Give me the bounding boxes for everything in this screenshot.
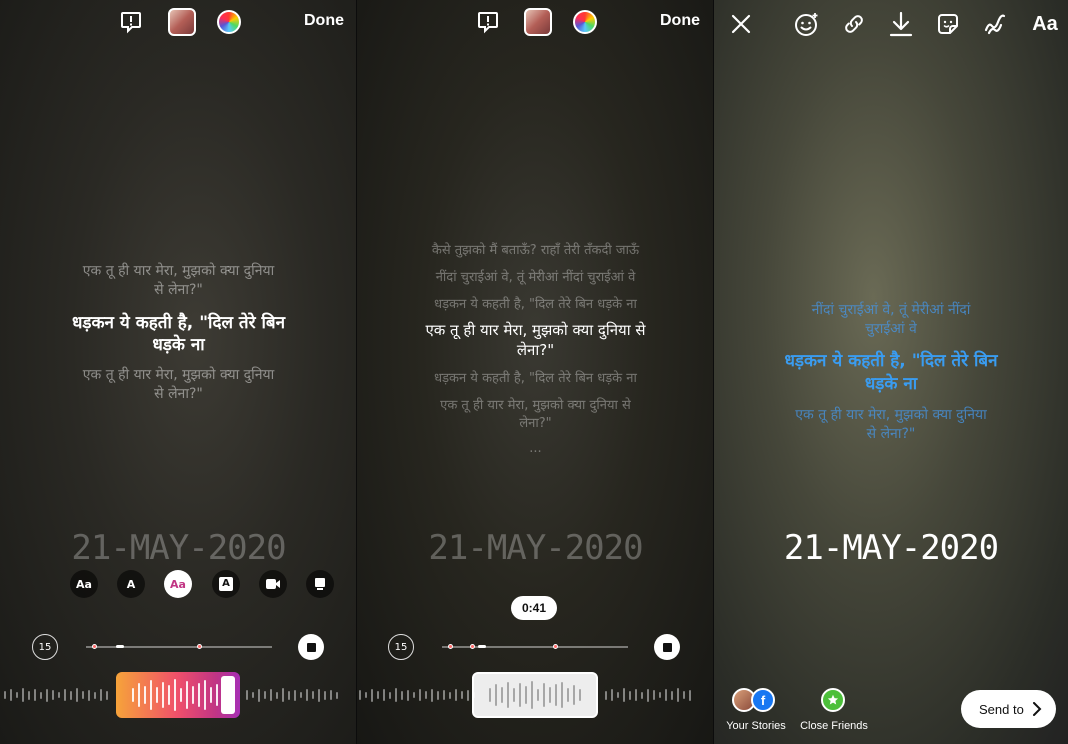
date-sticker[interactable]: 21-MAY-2020 (0, 528, 357, 568)
lyrics-editor-panel-1: Done एक तू ही यार मेरा, मुझको क्या दुनिय… (0, 0, 357, 744)
audio-waveform[interactable] (605, 685, 691, 705)
audio-waveform[interactable] (4, 685, 108, 705)
done-button[interactable]: Done (660, 12, 700, 30)
lyric-line-current: लेना?" (516, 341, 555, 359)
album-art-thumbnail[interactable] (168, 8, 196, 36)
text-tool-button[interactable]: Aa (1028, 10, 1062, 38)
timeline-marker (92, 644, 97, 649)
color-picker-icon[interactable] (217, 10, 241, 34)
timeline-marker (553, 644, 558, 649)
facebook-icon: f (751, 688, 775, 712)
close-friends-label[interactable]: Close Friends (794, 720, 874, 732)
chevron-right-icon (1032, 702, 1042, 716)
lyric-line-current: धड़के ना (864, 374, 918, 394)
song-timeline-track[interactable] (86, 646, 272, 648)
lyric-line: नींदां चुराईआं वे, तूं मेरीआं नींदां (811, 302, 971, 318)
report-icon[interactable] (475, 9, 501, 35)
skip-back-15-button[interactable]: 15 (32, 634, 58, 660)
skip-back-15-button[interactable]: 15 (388, 634, 414, 660)
stop-button[interactable] (298, 634, 324, 660)
timeline-marker (448, 644, 453, 649)
sticker-icon[interactable] (935, 11, 961, 37)
lyric-line: एक तू ही यार मेरा, मुझको क्या दुनिया (82, 263, 275, 279)
stop-icon (662, 642, 672, 652)
lyric-ellipsis: ... (529, 441, 542, 456)
lyric-line-current: धड़कन ये कहती है, "दिल तेरे बिन (71, 313, 286, 333)
lyrics-editor-panel-2: Done कैसे तुझको मैं बताऊँ? राहाँ तेरी तँ… (357, 0, 714, 744)
stop-button[interactable] (654, 634, 680, 660)
lyric-line-current: एक तू ही यार मेरा, मुझको क्या दुनिया से (425, 321, 646, 339)
lyric-line: एक तू ही यार मेरा, मुझको क्या दुनिया (795, 407, 987, 423)
text-size-button[interactable]: Aa (70, 570, 98, 598)
timeline-marker (470, 644, 475, 649)
text-align-button[interactable]: A (117, 570, 145, 598)
layout-icon (315, 578, 325, 590)
audio-clip-selector[interactable] (472, 672, 598, 718)
lyric-line: एक तू ही यार मेरा, मुझको क्या दुनिया से (440, 398, 631, 413)
color-picker-icon[interactable] (573, 10, 597, 34)
done-button[interactable]: Done (304, 12, 344, 30)
lyric-line: से लेना?" (866, 426, 916, 442)
lyric-line: कैसे तुझको मैं बताऊँ? राहाँ तेरी तँकदी ज… (431, 243, 640, 258)
lyric-line: चुराईआं वे (865, 321, 917, 337)
text-background-icon: A (219, 577, 233, 591)
album-art-thumbnail[interactable] (524, 8, 552, 36)
send-to-button[interactable]: Send to (961, 690, 1056, 728)
stop-icon (306, 642, 316, 652)
download-icon[interactable] (888, 10, 914, 38)
video-icon (266, 579, 280, 589)
timeline-marker (197, 644, 202, 649)
text-style-button[interactable]: Aa (164, 570, 192, 598)
lyric-line: धड़कन ये कहती है, "दिल तेरे बिन धड़के ना (434, 297, 637, 312)
timeline-playhead[interactable] (478, 645, 486, 648)
face-effects-icon[interactable] (794, 11, 820, 37)
draw-icon[interactable] (982, 11, 1008, 37)
lyric-line: धड़कन ये कहती है, "दिल तेरे बिन धड़के ना (434, 371, 637, 386)
camera-effect-button[interactable] (259, 570, 287, 598)
time-position-bubble: 0:41 (511, 596, 558, 620)
lyric-line: एक तू ही यार मेरा, मुझको क्या दुनिया (82, 367, 275, 383)
lyric-line: नींदां चुराईआं वे, तूं मेरीआं नींदां चुर… (435, 270, 636, 285)
lyric-line: से लेना?" (154, 386, 203, 402)
send-to-label: Send to (979, 701, 1024, 717)
date-sticker[interactable]: 21-MAY-2020 (714, 528, 1068, 568)
lyrics-layout-button[interactable] (306, 570, 334, 598)
audio-waveform[interactable] (246, 685, 338, 705)
date-sticker[interactable]: 21-MAY-2020 (357, 528, 714, 568)
your-stories-label[interactable]: Your Stories (718, 720, 794, 732)
story-preview-panel: Aa नींदां चुराईआं वे, तूं मेरीआं नींदां … (714, 0, 1068, 744)
lyric-line: से लेना?" (154, 282, 203, 298)
close-friends-star-icon[interactable] (821, 688, 845, 712)
lyric-line-current: धड़के ना (152, 335, 205, 355)
link-icon[interactable] (841, 11, 867, 37)
text-background-button[interactable]: A (212, 570, 240, 598)
timeline-playhead[interactable] (116, 645, 124, 648)
lyric-line-current: धड़कन ये कहती है, "दिल तेरे बिन (784, 351, 998, 371)
close-icon[interactable] (729, 12, 753, 36)
lyric-line: लेना?" (519, 416, 552, 431)
clip-end-handle[interactable] (221, 676, 235, 714)
report-icon[interactable] (118, 9, 144, 35)
audio-waveform[interactable] (359, 685, 475, 705)
